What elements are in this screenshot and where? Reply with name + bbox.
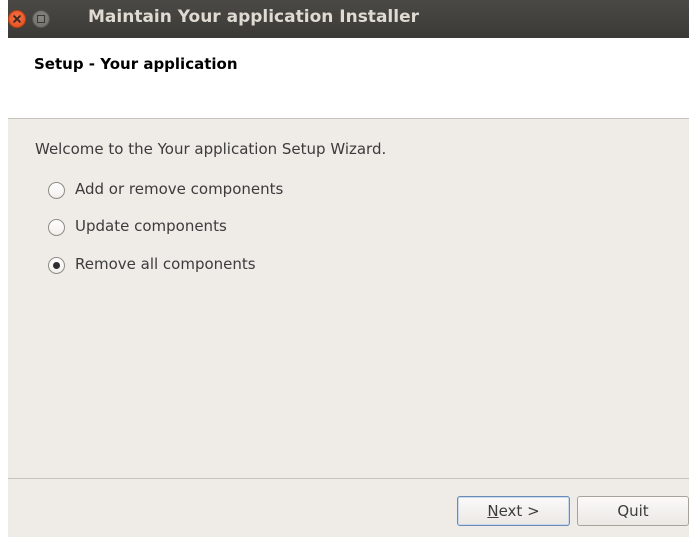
radio-button-selected[interactable]: [48, 257, 65, 274]
option-label: Add or remove components: [75, 180, 284, 198]
radio-button[interactable]: [48, 219, 65, 236]
window-title: Maintain Your application Installer: [88, 7, 419, 27]
radio-button[interactable]: [48, 182, 65, 199]
title-bar[interactable]: Maintain Your application Installer: [8, 0, 689, 38]
option-label: Update components: [75, 217, 227, 235]
quit-button[interactable]: Quit: [577, 496, 689, 526]
wizard-footer: Next > Quit: [8, 478, 689, 537]
next-button-label: ext >: [498, 502, 540, 520]
next-button-mnemonic: N: [487, 502, 499, 520]
welcome-text: Welcome to the Your application Setup Wi…: [35, 140, 387, 158]
wizard-header: Setup - Your application: [8, 38, 689, 119]
close-icon[interactable]: [8, 10, 26, 28]
page-title: Setup - Your application: [34, 55, 238, 73]
installer-window: Maintain Your application Installer Setu…: [8, 0, 689, 537]
option-label: Remove all components: [75, 255, 256, 273]
next-button[interactable]: Next >: [457, 496, 570, 526]
maximize-icon[interactable]: [32, 10, 50, 28]
wizard-content: Welcome to the Your application Setup Wi…: [8, 119, 689, 477]
